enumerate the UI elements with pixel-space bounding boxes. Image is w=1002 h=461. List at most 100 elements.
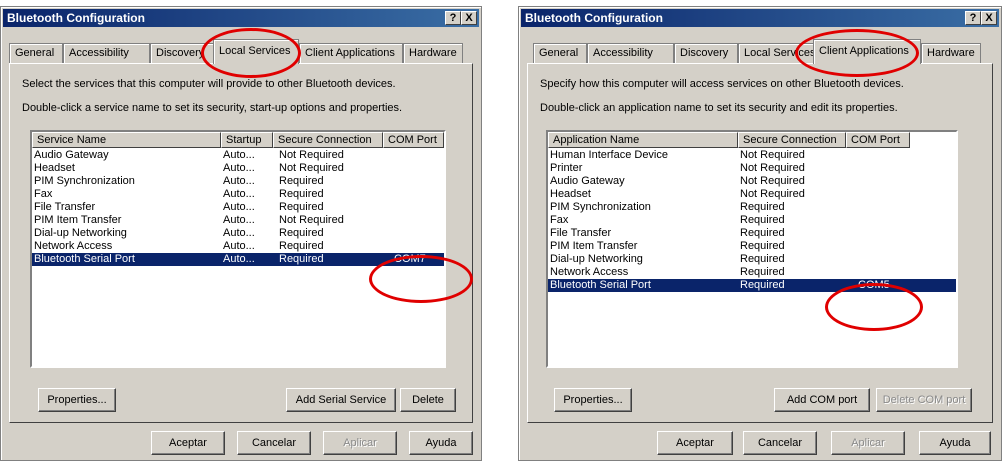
- close-button[interactable]: X: [981, 11, 997, 25]
- help-dialog-button[interactable]: Ayuda: [919, 431, 991, 455]
- list-item[interactable]: Fax Required: [548, 214, 956, 227]
- tab-local-services[interactable]: Local Services: [738, 43, 816, 63]
- window-title: Bluetooth Configuration: [7, 11, 145, 25]
- secure-connection-cell: Not Required: [740, 162, 805, 174]
- ok-button[interactable]: Aceptar: [657, 431, 733, 455]
- application-name: Headset: [550, 188, 591, 200]
- apply-button[interactable]: Aplicar: [323, 431, 397, 455]
- list-item[interactable]: Network Access Required: [548, 266, 956, 279]
- properties-button[interactable]: Properties...: [554, 388, 632, 412]
- list-item[interactable]: Network Access Auto... Required: [32, 240, 444, 253]
- tab-general[interactable]: General: [9, 43, 63, 63]
- list-item[interactable]: Printer Not Required: [548, 162, 956, 175]
- application-name: Audio Gateway: [550, 175, 625, 187]
- bluetooth-config-window-local: Bluetooth Configuration ? X General Acce…: [0, 6, 482, 461]
- service-name: File Transfer: [34, 201, 96, 213]
- tab-general[interactable]: General: [533, 43, 587, 63]
- list-rows: Human Interface Device Not Required Print…: [548, 149, 956, 292]
- tab-hardware[interactable]: Hardware: [921, 43, 981, 63]
- title-bar[interactable]: Bluetooth Configuration ? X: [3, 9, 479, 27]
- properties-button[interactable]: Properties...: [38, 388, 116, 412]
- apply-button[interactable]: Aplicar: [831, 431, 905, 455]
- application-name: Human Interface Device: [550, 149, 668, 161]
- tab-accessibility[interactable]: Accessibility: [587, 43, 674, 63]
- list-item[interactable]: Dial-up Networking Required: [548, 253, 956, 266]
- applications-list[interactable]: Application Name Secure Connection COM P…: [546, 130, 958, 368]
- list-item[interactable]: PIM Synchronization Auto... Required: [32, 175, 444, 188]
- application-name: Network Access: [550, 266, 629, 278]
- com-port-cell: COM7: [394, 253, 426, 265]
- title-bar[interactable]: Bluetooth Configuration ? X: [521, 9, 999, 27]
- startup-cell: Auto...: [223, 188, 255, 200]
- startup-cell: Auto...: [223, 253, 255, 265]
- tab-hardware[interactable]: Hardware: [403, 43, 463, 63]
- application-name: PIM Synchronization: [550, 201, 651, 213]
- help-button[interactable]: ?: [965, 11, 981, 25]
- tab-client-applications[interactable]: Client Applications: [299, 43, 403, 63]
- list-item[interactable]: Dial-up Networking Auto... Required: [32, 227, 444, 240]
- column-header-service-name[interactable]: Service Name: [32, 132, 221, 148]
- application-name: Fax: [550, 214, 569, 226]
- services-list[interactable]: Service Name Startup Secure Connection C…: [30, 130, 446, 368]
- column-header-secure-connection[interactable]: Secure Connection: [738, 132, 846, 148]
- secure-connection-cell: Required: [279, 175, 324, 187]
- com-port-cell: COM5: [858, 279, 890, 291]
- service-name: Network Access: [34, 240, 113, 252]
- secure-connection-cell: Not Required: [740, 188, 805, 200]
- tab-accessibility[interactable]: Accessibility: [63, 43, 150, 63]
- list-item[interactable]: Human Interface Device Not Required: [548, 149, 956, 162]
- add-serial-service-button[interactable]: Add Serial Service: [286, 388, 396, 412]
- tab-panel: Specify how this computer will access se…: [527, 63, 993, 423]
- close-button[interactable]: X: [461, 11, 477, 25]
- service-name: Audio Gateway: [34, 149, 109, 161]
- startup-cell: Auto...: [223, 149, 255, 161]
- startup-cell: Auto...: [223, 240, 255, 252]
- bluetooth-config-window-client: Bluetooth Configuration ? X General Acce…: [518, 6, 1002, 461]
- help-dialog-button[interactable]: Ayuda: [409, 431, 473, 455]
- list-item[interactable]: PIM Synchronization Required: [548, 201, 956, 214]
- list-header: Application Name Secure Connection COM P…: [548, 132, 956, 148]
- secure-connection-cell: Not Required: [740, 149, 805, 161]
- list-item-selected[interactable]: Bluetooth Serial Port Auto... Required COM7: [32, 253, 444, 266]
- secure-connection-cell: Required: [279, 188, 324, 200]
- service-name: Dial-up Networking: [34, 227, 127, 239]
- list-item[interactable]: Headset Not Required: [548, 188, 956, 201]
- list-item[interactable]: PIM Item Transfer Required: [548, 240, 956, 253]
- startup-cell: Auto...: [223, 214, 255, 226]
- tab-discovery[interactable]: Discovery: [150, 43, 214, 63]
- column-header-application-name[interactable]: Application Name: [548, 132, 738, 148]
- application-name: PIM Item Transfer: [550, 240, 638, 252]
- column-header-com-port[interactable]: COM Port: [846, 132, 910, 148]
- list-item-selected[interactable]: Bluetooth Serial Port Required COM5: [548, 279, 956, 292]
- ok-button[interactable]: Aceptar: [151, 431, 225, 455]
- column-header-secure-connection[interactable]: Secure Connection: [273, 132, 383, 148]
- tab-local-services[interactable]: Local Services: [213, 39, 299, 64]
- help-button[interactable]: ?: [445, 11, 461, 25]
- column-header-startup[interactable]: Startup: [221, 132, 273, 148]
- tab-discovery[interactable]: Discovery: [674, 43, 738, 63]
- application-name: Bluetooth Serial Port: [550, 279, 651, 291]
- list-item[interactable]: PIM Item Transfer Auto... Not Required: [32, 214, 444, 227]
- list-item[interactable]: Fax Auto... Required: [32, 188, 444, 201]
- list-item[interactable]: Audio Gateway Auto... Not Required: [32, 149, 444, 162]
- description-line-2: Double-click a service name to set its s…: [22, 102, 403, 114]
- secure-connection-cell: Required: [740, 227, 785, 239]
- service-name: Fax: [34, 188, 53, 200]
- list-item[interactable]: Headset Auto... Not Required: [32, 162, 444, 175]
- list-rows: Audio Gateway Auto... Not Required Headset…: [32, 149, 444, 266]
- cancel-button[interactable]: Cancelar: [237, 431, 311, 455]
- secure-connection-cell: Required: [740, 279, 785, 291]
- list-item[interactable]: File Transfer Required: [548, 227, 956, 240]
- secure-connection-cell: Required: [279, 240, 324, 252]
- window-title: Bluetooth Configuration: [525, 11, 663, 25]
- delete-button[interactable]: Delete: [400, 388, 456, 412]
- list-item[interactable]: Audio Gateway Not Required: [548, 175, 956, 188]
- secure-connection-cell: Required: [740, 253, 785, 265]
- cancel-button[interactable]: Cancelar: [743, 431, 817, 455]
- column-header-com-port[interactable]: COM Port: [383, 132, 444, 148]
- add-com-port-button[interactable]: Add COM port: [774, 388, 870, 412]
- list-item[interactable]: File Transfer Auto... Required: [32, 201, 444, 214]
- delete-com-port-button[interactable]: Delete COM port: [876, 388, 972, 412]
- tab-client-applications[interactable]: Client Applications: [813, 39, 921, 64]
- secure-connection-cell: Not Required: [740, 175, 805, 187]
